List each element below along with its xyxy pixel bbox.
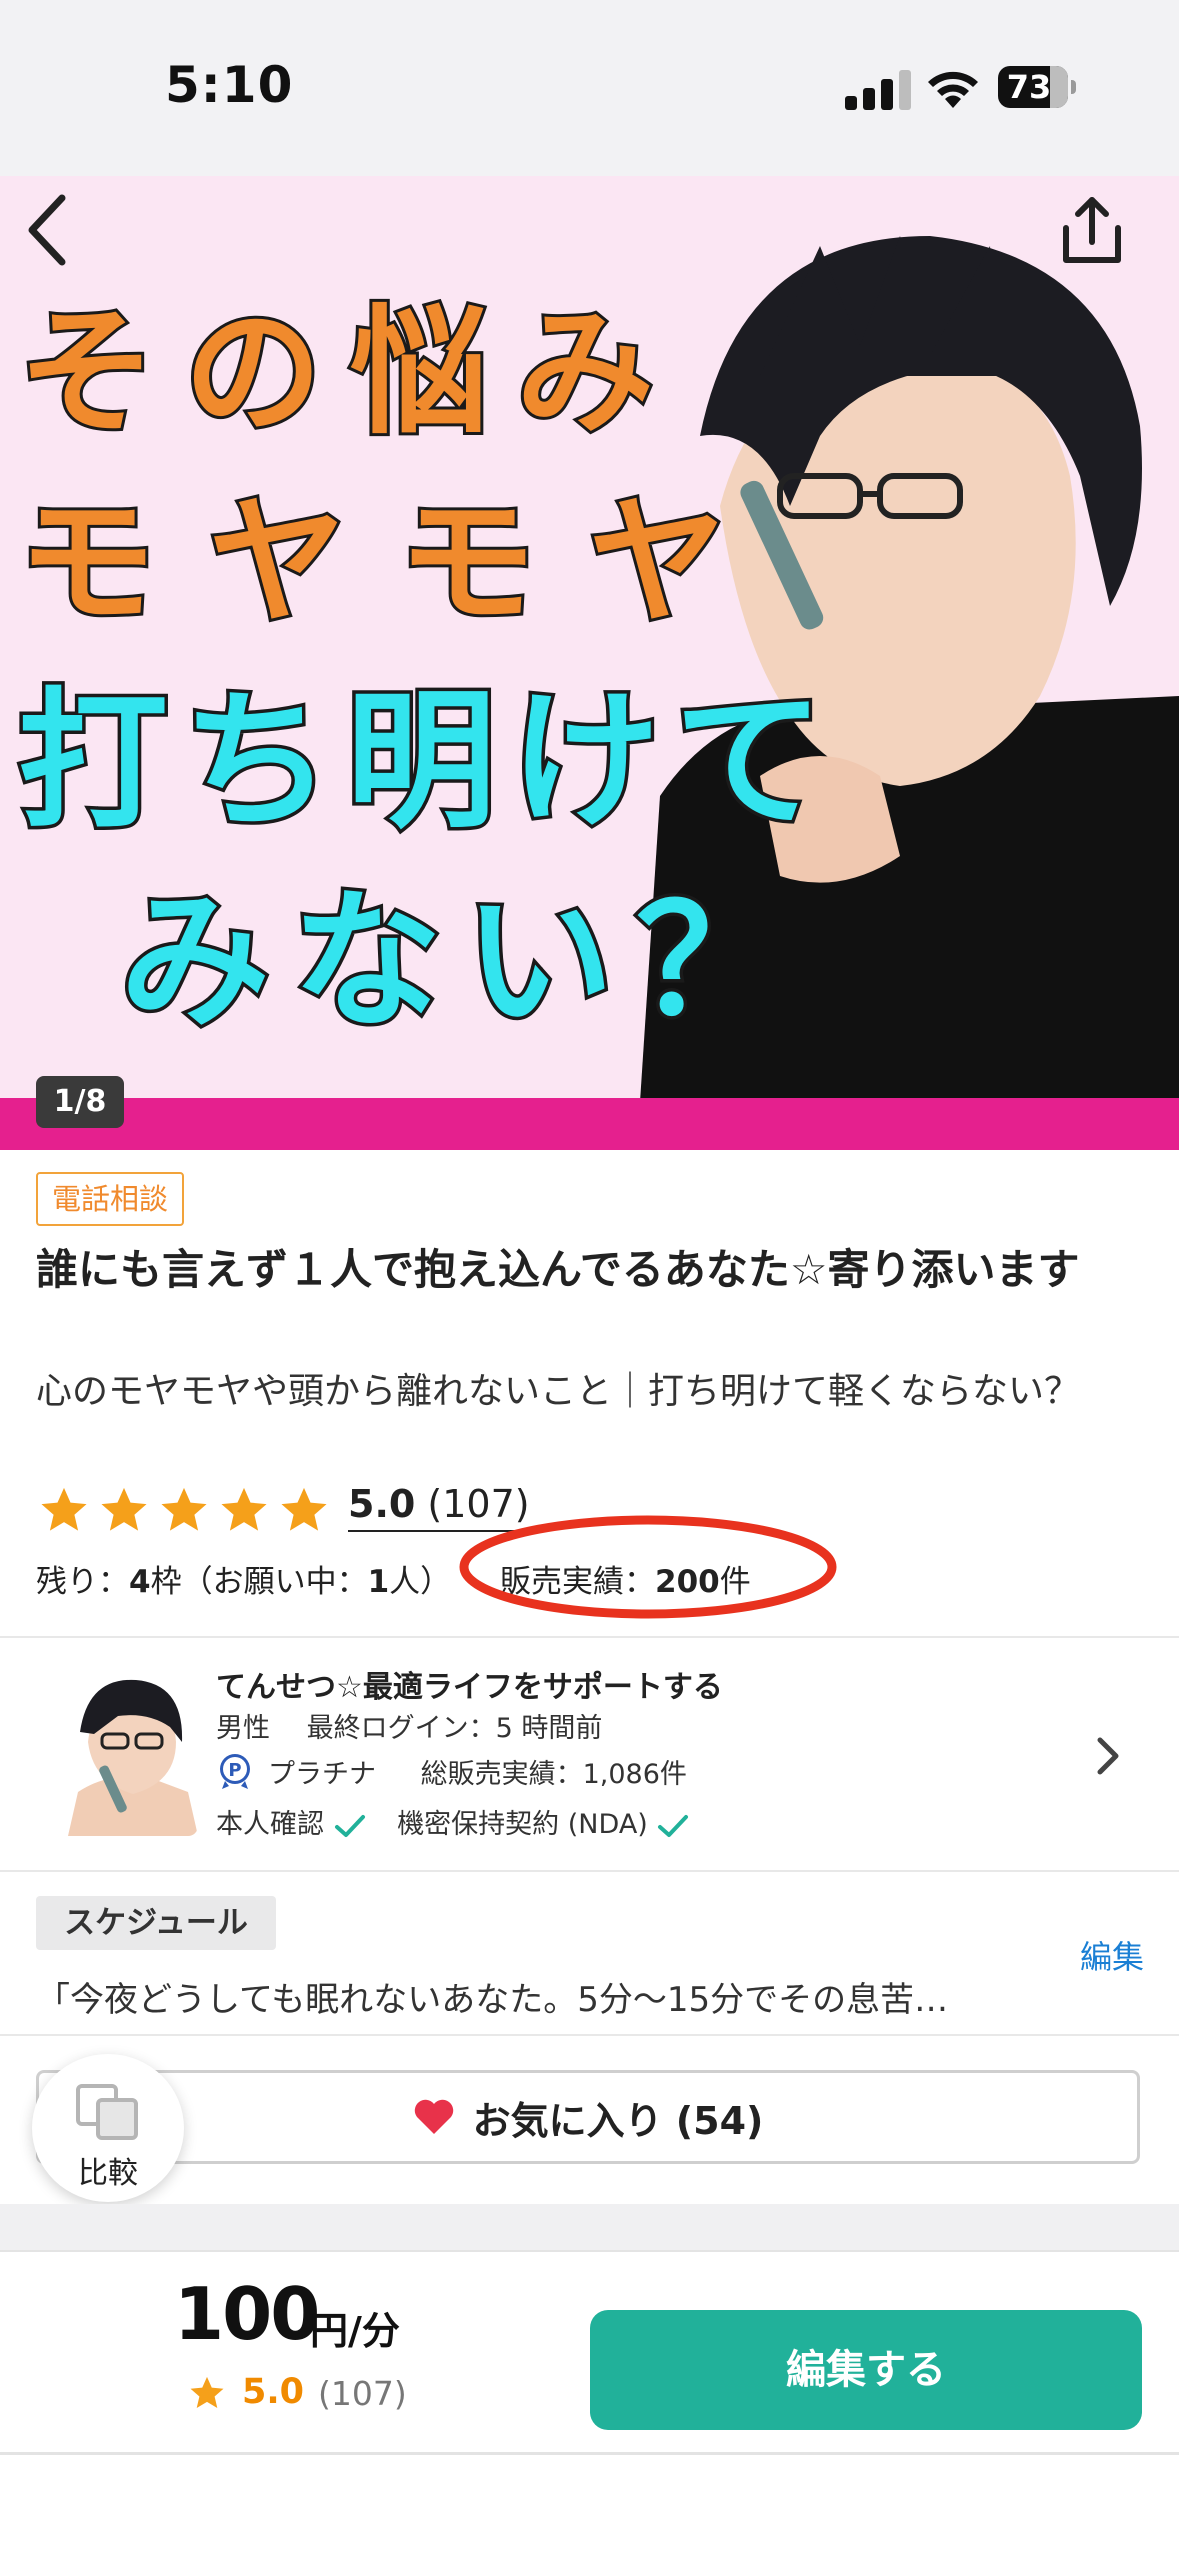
highlight-oval bbox=[459, 1515, 837, 1619]
hero-stripe bbox=[0, 1098, 1179, 1150]
bottom-divider bbox=[0, 2452, 1179, 2455]
battery-icon: 73 bbox=[998, 66, 1078, 110]
seller-verification-row: 本人確認 機密保持契約 (NDA) bbox=[216, 1802, 690, 1841]
star-icon bbox=[221, 1487, 267, 1531]
seller-rank: プラチナ bbox=[268, 1759, 376, 1790]
seller-rank-row: プラチナ 総販売実績：1,086件 bbox=[268, 1752, 687, 1791]
compare-icon bbox=[76, 2084, 138, 2140]
seller-gender: 男性 bbox=[216, 1713, 270, 1744]
seller-total-sales: 総販売実績：1,086件 bbox=[420, 1759, 687, 1790]
status-time: 5:10 bbox=[165, 56, 294, 114]
divider bbox=[0, 1870, 1179, 1872]
listing-title: 誰にも言えず１人で抱え込んでるあなた☆寄り添います bbox=[36, 1245, 1080, 1294]
back-chevron-icon[interactable] bbox=[20, 190, 80, 270]
rating-stars bbox=[38, 1484, 330, 1536]
schedule-edit-link[interactable]: 編集 bbox=[1080, 1932, 1144, 1978]
identity-verified: 本人確認 bbox=[216, 1809, 324, 1840]
platinum-badge-icon: P bbox=[220, 1754, 250, 1789]
check-icon bbox=[334, 1814, 365, 1837]
star-icon bbox=[101, 1487, 147, 1531]
star-icon bbox=[190, 2376, 224, 2409]
section-separator bbox=[0, 2204, 1179, 2250]
hero-line-2: モヤモヤ bbox=[15, 479, 779, 646]
heart-icon bbox=[414, 2099, 453, 2134]
compare-label: 比較 bbox=[78, 2156, 138, 2191]
bottom-rating: 5.0 bbox=[242, 2372, 305, 2412]
price-value: 100 bbox=[174, 2272, 320, 2356]
seller-name[interactable]: てんせつ☆最適ライフをサポートする bbox=[216, 1662, 723, 1706]
check-icon bbox=[658, 1814, 689, 1837]
stock-info: 残り：4枠（お願い中：1人） bbox=[36, 1556, 451, 1601]
star-icon bbox=[281, 1487, 327, 1531]
stock-slots: 4 bbox=[129, 1564, 151, 1600]
stock-prefix: 残り： bbox=[36, 1564, 129, 1600]
schedule-text[interactable]: 「今夜どうしても眠れないあなた。5分〜15分でその息苦… bbox=[36, 1972, 1036, 2021]
share-icon[interactable] bbox=[1052, 192, 1132, 272]
wifi-icon bbox=[928, 71, 978, 108]
divider bbox=[0, 2034, 1179, 2036]
compare-button[interactable]: 比較 bbox=[32, 2054, 184, 2202]
image-page-counter: 1/8 bbox=[36, 1076, 124, 1128]
avatar[interactable] bbox=[58, 1672, 198, 1836]
cellular-signal-icon bbox=[845, 70, 911, 110]
schedule-tag: スケジュール bbox=[36, 1896, 276, 1950]
star-icon bbox=[161, 1487, 207, 1531]
rating-value: 5.0 bbox=[348, 1482, 416, 1526]
battery-percent: 73 bbox=[1006, 68, 1052, 106]
stock-unit: 枠（お願い中： bbox=[150, 1564, 368, 1600]
edit-button[interactable]: 編集する bbox=[590, 2310, 1142, 2430]
hero-line-1: その悩み bbox=[15, 289, 683, 456]
hero-image[interactable]: その悩み モヤモヤ 打ち明けて みない？ bbox=[0, 176, 1179, 1102]
stock-suffix: 人） bbox=[389, 1564, 452, 1600]
listing-subtitle: 心のモヤモヤや頭から離れないこと｜打ち明けて軽くならない？ bbox=[36, 1371, 1081, 1412]
hero-line-3: 打ち明けて bbox=[14, 672, 839, 853]
hero-line-4: みない？ bbox=[116, 872, 809, 1053]
favorite-button[interactable]: お気に入り (54) bbox=[36, 2070, 1140, 2164]
category-tag[interactable]: 電話相談 bbox=[36, 1172, 185, 1226]
nda-label: 機密保持契約 (NDA) bbox=[397, 1809, 648, 1840]
seller-meta-row: 男性 最終ログイン：5 時間前 bbox=[216, 1706, 602, 1745]
star-icon bbox=[41, 1487, 87, 1531]
stock-pending: 1 bbox=[367, 1564, 390, 1600]
svg-text:P: P bbox=[228, 1760, 241, 1781]
price-unit: 円/分 bbox=[310, 2309, 400, 2353]
divider bbox=[0, 1636, 1179, 1638]
favorite-label: お気に入り (54) bbox=[472, 2098, 764, 2143]
seller-last-login: 最終ログイン：5 時間前 bbox=[306, 1713, 603, 1744]
chevron-right-icon[interactable] bbox=[1092, 1734, 1122, 1778]
bottom-review-count: (107) bbox=[318, 2374, 407, 2413]
